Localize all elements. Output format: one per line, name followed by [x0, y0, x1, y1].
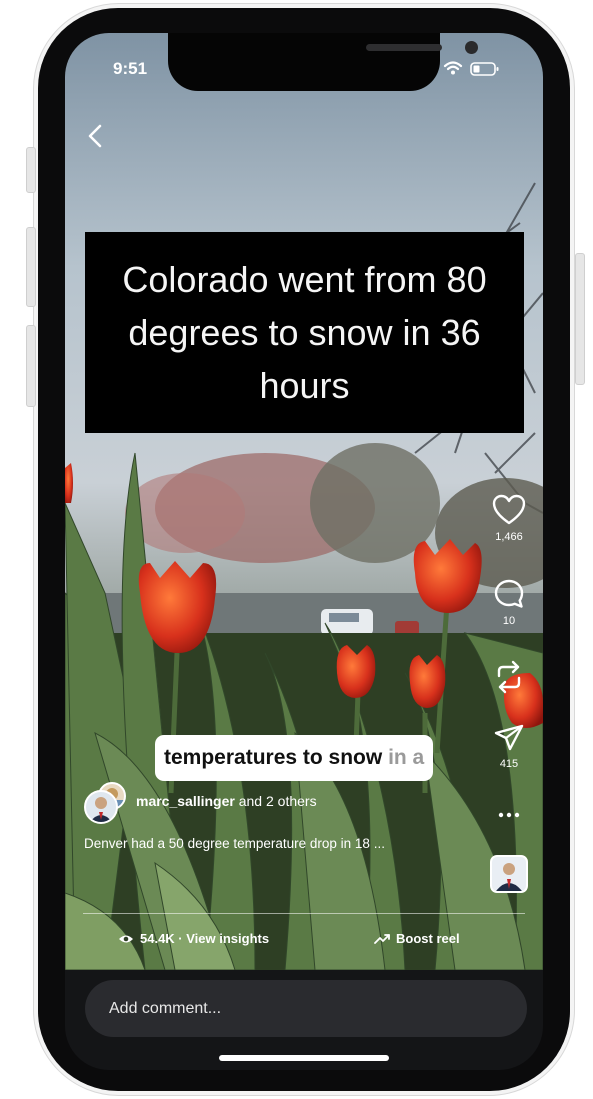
front-camera: [465, 41, 478, 54]
subtitle-highlighted: temperatures to snow: [164, 746, 383, 769]
remix-icon: [497, 660, 521, 694]
like-count: 1,466: [495, 531, 523, 543]
phone-power-button: [575, 253, 585, 385]
views-label: 54.4K · View insights: [140, 931, 270, 946]
comment-icon: [494, 579, 524, 608]
reel-video[interactable]: [65, 33, 543, 970]
author-collaborators[interactable]: and 2 others: [239, 793, 317, 809]
phone-silent-switch: [26, 147, 36, 193]
device-notch: [168, 33, 478, 91]
status-time: 9:51: [113, 59, 148, 78]
like-button[interactable]: 1,466: [489, 494, 529, 543]
more-icon: [498, 812, 520, 818]
comment-placeholder: Add comment...: [109, 999, 222, 1017]
avatar: [84, 790, 118, 824]
battery-icon: [470, 62, 499, 76]
eye-icon: [119, 935, 133, 942]
view-insights-link[interactable]: 54.4K · View insights: [118, 931, 269, 946]
comment-button[interactable]: 10: [489, 578, 529, 627]
share-button[interactable]: 415: [489, 723, 529, 770]
share-count: 415: [499, 758, 519, 770]
reel-screen: 9:51 Colorado went from 80 degrees to sn…: [65, 33, 543, 1070]
more-options-button[interactable]: [489, 809, 529, 821]
subtitle-dim: in a: [388, 746, 425, 769]
notch-speaker: [366, 44, 442, 51]
boost-reel-button[interactable]: Boost reel: [374, 931, 460, 946]
heart-icon: [492, 494, 526, 525]
remix-button[interactable]: [489, 660, 529, 694]
boost-label: Boost reel: [396, 931, 460, 946]
send-icon: [494, 724, 524, 751]
add-comment-field[interactable]: Add comment...: [85, 980, 527, 1037]
video-caption-overlay: Colorado went from 80 degrees to snow in…: [85, 232, 524, 433]
author-row[interactable]: marc_sallinger and 2 others: [84, 780, 317, 824]
audio-thumbnail[interactable]: [490, 855, 528, 893]
status-icons: [443, 61, 499, 76]
phone-volume-up: [26, 227, 36, 307]
comment-count: 10: [502, 615, 516, 627]
footer-divider: [83, 913, 525, 914]
back-chevron-icon[interactable]: [83, 121, 107, 151]
collaborator-avatars[interactable]: [84, 780, 134, 824]
trend-up-icon: [374, 933, 390, 944]
wifi-icon: [443, 61, 463, 75]
author-username[interactable]: marc_sallinger: [136, 793, 235, 809]
home-indicator[interactable]: [219, 1055, 389, 1061]
reel-description[interactable]: Denver had a 50 degree temperature drop …: [84, 836, 385, 851]
phone-volume-down: [26, 325, 36, 407]
video-subtitle: temperatures to snow in a: [155, 735, 434, 781]
